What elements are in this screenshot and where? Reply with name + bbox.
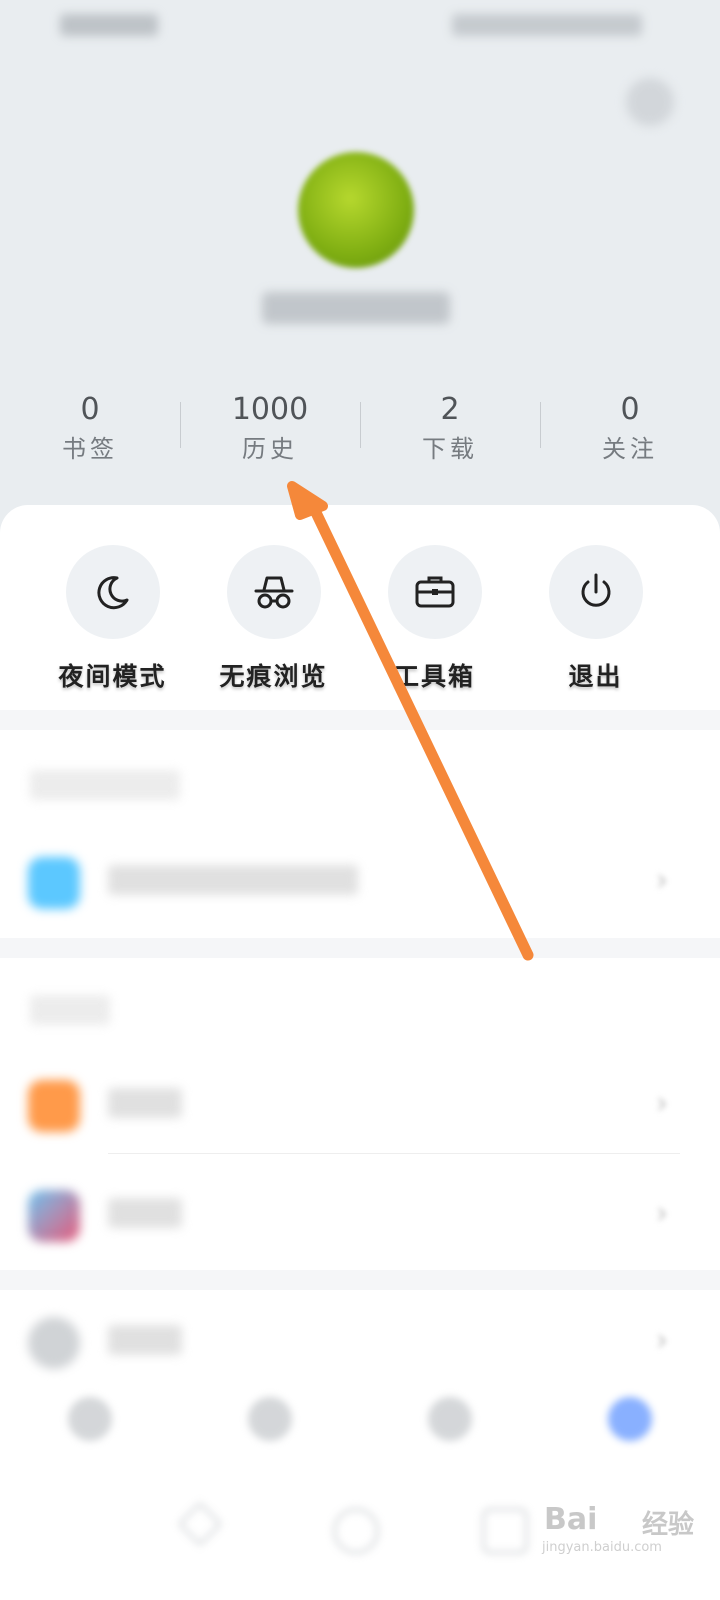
list-item[interactable]: ›	[0, 1295, 720, 1391]
quick-actions: 夜间模式 无痕浏览 工具箱 退出	[0, 545, 720, 693]
nav-label	[540, 1447, 720, 1466]
toolbox-icon	[387, 545, 482, 639]
nav-label	[0, 1447, 180, 1466]
profile-header: 0 书签 1000 历史 2 下载 0 关注	[0, 0, 720, 560]
settings-icon[interactable]	[626, 78, 674, 126]
chevron-right-icon: ›	[656, 1323, 668, 1358]
chevron-right-icon: ›	[656, 863, 668, 898]
nav-item-video[interactable]	[180, 1385, 360, 1485]
bookmarks-stat[interactable]: 0 书签	[0, 388, 180, 478]
list-item-label	[108, 1198, 182, 1228]
app-icon	[28, 1080, 80, 1132]
bookmarks-label: 书签	[62, 435, 118, 463]
app-icon	[28, 857, 80, 909]
list-item-label	[108, 1088, 182, 1118]
moon-icon	[65, 545, 160, 639]
chevron-right-icon: ›	[656, 1196, 668, 1231]
incognito-label: 无痕浏览	[219, 662, 328, 691]
section-divider	[0, 1270, 720, 1290]
book-icon	[428, 1397, 472, 1441]
settings-icon	[28, 1317, 80, 1369]
downloads-label: 下载	[422, 435, 478, 463]
follows-label: 关注	[602, 435, 658, 463]
status-bar-signal	[60, 14, 158, 36]
section-divider	[0, 710, 720, 730]
nav-item-novel[interactable]	[360, 1385, 540, 1485]
toolbox-button[interactable]: 工具箱	[354, 545, 515, 693]
list-item-label	[108, 1325, 182, 1355]
history-stat[interactable]: 1000 历史	[180, 388, 360, 478]
watermark: Bai 经验 jingyan.baidu.com	[540, 1490, 710, 1560]
history-label: 历史	[242, 435, 298, 463]
bookmarks-count: 0	[80, 392, 100, 427]
stats-row: 0 书签 1000 历史 2 下载 0 关注	[0, 388, 720, 478]
recents-icon[interactable]	[482, 1508, 528, 1554]
toolbox-label: 工具箱	[393, 662, 475, 691]
logout-label: 退出	[568, 662, 623, 691]
status-bar-info	[452, 14, 642, 36]
chevron-right-icon: ›	[656, 1086, 668, 1121]
section-title-2	[30, 995, 110, 1025]
list-item[interactable]: ›	[0, 1168, 720, 1264]
history-count: 1000	[231, 392, 309, 427]
section-title-1	[30, 770, 180, 800]
bottom-nav	[0, 1385, 720, 1485]
list-item[interactable]: ›	[0, 1058, 720, 1154]
watermark-brand-2: 经验	[642, 1510, 695, 1540]
list-item-label	[108, 865, 358, 895]
nav-item-home[interactable]	[0, 1385, 180, 1485]
power-icon	[548, 545, 643, 639]
incognito-icon	[226, 545, 321, 639]
row-divider	[108, 1153, 680, 1154]
video-icon	[248, 1397, 292, 1441]
home-button-icon[interactable]	[333, 1508, 379, 1554]
section-divider	[0, 938, 720, 958]
nav-item-me[interactable]	[540, 1385, 720, 1485]
downloads-stat[interactable]: 2 下载	[360, 388, 540, 478]
nav-label	[180, 1447, 360, 1466]
watermark-url: jingyan.baidu.com	[542, 1540, 662, 1555]
night-mode-button[interactable]: 夜间模式	[32, 545, 193, 693]
list-item[interactable]: ›	[0, 835, 720, 931]
night-mode-label: 夜间模式	[58, 662, 167, 691]
nav-label	[360, 1447, 540, 1466]
home-icon	[68, 1397, 112, 1441]
incognito-button[interactable]: 无痕浏览	[193, 545, 354, 693]
back-icon[interactable]	[177, 1501, 223, 1547]
user-icon	[608, 1397, 652, 1441]
app-icon	[28, 1190, 80, 1242]
follows-stat[interactable]: 0 关注	[540, 388, 720, 478]
watermark-brand: Bai	[544, 1502, 598, 1537]
username	[262, 292, 450, 324]
follows-count: 0	[620, 392, 640, 427]
downloads-count: 2	[440, 392, 460, 427]
logout-button[interactable]: 退出	[515, 545, 676, 693]
avatar[interactable]	[298, 152, 414, 268]
